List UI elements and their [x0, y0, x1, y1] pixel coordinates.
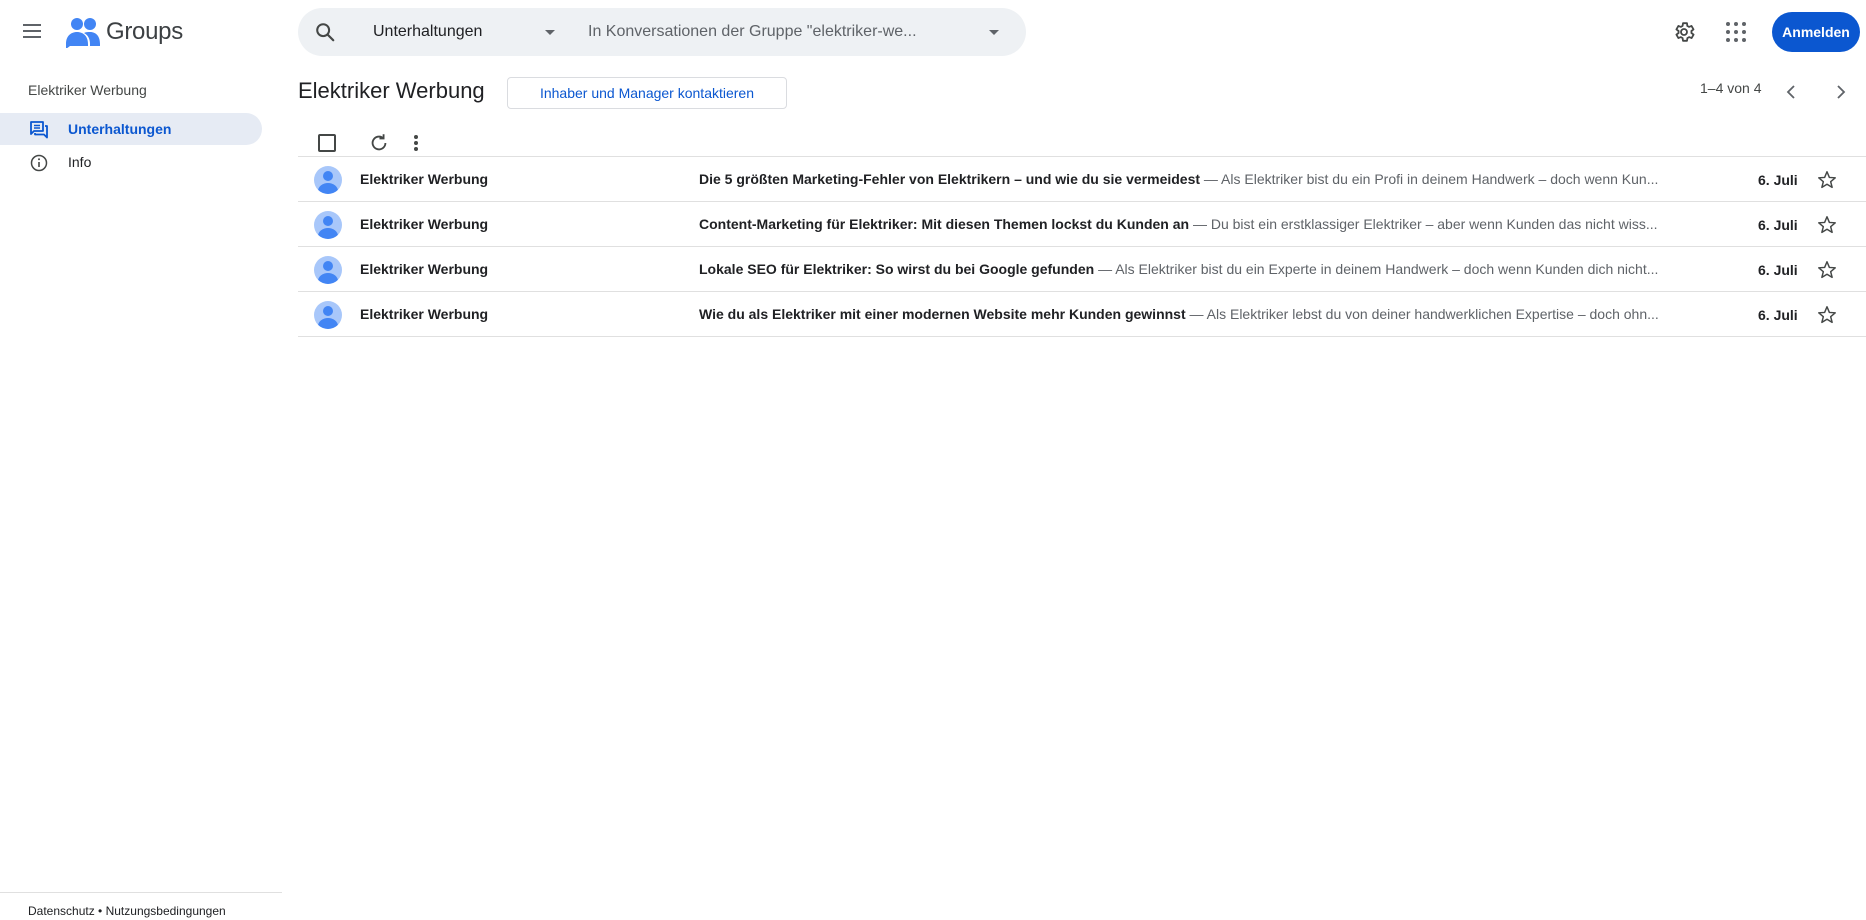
conversation-sender: Elektriker Werbung	[360, 306, 489, 322]
conversation-date: 6. Juli	[1758, 307, 1798, 323]
conversation-subject: Lokale SEO für Elektriker: So wirst du b…	[699, 261, 1095, 277]
conversation-snippet: Als Elektriker bist du ein Experte in de…	[1115, 261, 1659, 277]
star-icon[interactable]	[1816, 259, 1838, 281]
avatar	[314, 301, 342, 329]
conversation-snippet: Du bist ein erstklassiger Elektriker – a…	[1210, 216, 1658, 232]
groups-logo[interactable]: Groups	[66, 16, 183, 48]
conversation-row[interactable]: Elektriker Werbung Die 5 größten Marketi…	[298, 157, 1866, 202]
conversation-snippet: Als Elektriker lebst du von deiner handw…	[1206, 306, 1659, 322]
search-options-chevron-down-icon[interactable]	[989, 30, 999, 35]
settings-gear-icon[interactable]	[1672, 20, 1696, 44]
chevron-left-icon[interactable]	[1782, 82, 1802, 102]
conversation-list: Elektriker Werbung Die 5 größten Marketi…	[298, 156, 1866, 337]
search-icon[interactable]	[314, 21, 336, 43]
avatar	[314, 256, 342, 284]
app-name: Groups	[106, 18, 183, 45]
forum-icon	[30, 121, 48, 139]
avatar	[314, 211, 342, 239]
more-vert-icon[interactable]	[413, 132, 419, 154]
menu-icon[interactable]	[20, 20, 44, 44]
conversation-subject: Content-Marketing für Elektriker: Mit di…	[699, 216, 1190, 232]
sidebar-item-label: Unterhaltungen	[68, 121, 172, 137]
top-bar: Groups Unterhaltungen Anmelden	[0, 0, 1866, 64]
conversation-subject: Wie du als Elektriker mit einer modernen…	[699, 306, 1186, 322]
conversation-sender: Elektriker Werbung	[360, 171, 489, 187]
conversation-sender: Elektriker Werbung	[360, 261, 489, 277]
conversation-separator: —	[1200, 171, 1222, 187]
search-input[interactable]	[588, 18, 968, 46]
conversation-subject: Die 5 größten Marketing-Fehler von Elekt…	[699, 171, 1201, 187]
contact-owners-button[interactable]: Inhaber und Manager kontaktieren	[507, 77, 787, 109]
sidebar-item-label: Info	[68, 154, 92, 170]
conversation-content: Die 5 größten Marketing-Fehler von Elekt…	[699, 171, 1659, 187]
signin-button[interactable]: Anmelden	[1772, 12, 1860, 52]
star-icon[interactable]	[1816, 214, 1838, 236]
pagination-count: 1–4 von 4	[1700, 80, 1762, 96]
conversation-content: Content-Marketing für Elektriker: Mit di…	[699, 216, 1659, 232]
conversation-date: 6. Juli	[1758, 172, 1798, 188]
conversation-separator: —	[1094, 261, 1116, 277]
sidebar: Elektriker Werbung Unterhaltungen Info D…	[0, 64, 282, 920]
footer-separator: •	[98, 904, 103, 918]
sidebar-group-name: Elektriker Werbung	[28, 82, 147, 98]
conversation-separator: —	[1185, 306, 1207, 322]
search-scope-select[interactable]: Unterhaltungen	[373, 23, 482, 41]
conversation-date: 6. Juli	[1758, 217, 1798, 233]
select-all-checkbox[interactable]	[318, 134, 336, 152]
conversation-sender: Elektriker Werbung	[360, 216, 489, 232]
apps-grid-icon[interactable]	[1726, 22, 1746, 42]
conversation-row[interactable]: Elektriker Werbung Content-Marketing für…	[298, 202, 1866, 247]
conversation-separator: —	[1189, 216, 1211, 232]
groups-logo-icon	[66, 18, 100, 48]
conversation-row[interactable]: Elektriker Werbung Lokale SEO für Elektr…	[298, 247, 1866, 292]
footer: Datenschutz • Nutzungsbedingungen	[28, 904, 226, 918]
chevron-down-icon[interactable]	[545, 30, 555, 35]
privacy-link[interactable]: Datenschutz	[28, 904, 95, 918]
sidebar-item-info[interactable]: Info	[0, 146, 262, 178]
refresh-icon[interactable]	[368, 132, 390, 154]
avatar	[314, 166, 342, 194]
conversation-row[interactable]: Elektriker Werbung Wie du als Elektriker…	[298, 292, 1866, 337]
search-bar: Unterhaltungen	[298, 8, 1026, 56]
chevron-right-icon[interactable]	[1830, 82, 1850, 102]
conversation-snippet: Als Elektriker bist du ein Profi in dein…	[1221, 171, 1659, 187]
footer-divider	[0, 892, 282, 893]
conversation-content: Lokale SEO für Elektriker: So wirst du b…	[699, 261, 1659, 277]
conversation-content: Wie du als Elektriker mit einer modernen…	[699, 306, 1659, 322]
info-icon	[30, 154, 48, 172]
sidebar-item-unterhaltungen[interactable]: Unterhaltungen	[0, 113, 262, 145]
terms-link[interactable]: Nutzungsbedingungen	[106, 904, 226, 918]
conversation-date: 6. Juli	[1758, 262, 1798, 278]
page-title: Elektriker Werbung	[298, 78, 485, 103]
star-icon[interactable]	[1816, 304, 1838, 326]
star-icon[interactable]	[1816, 169, 1838, 191]
